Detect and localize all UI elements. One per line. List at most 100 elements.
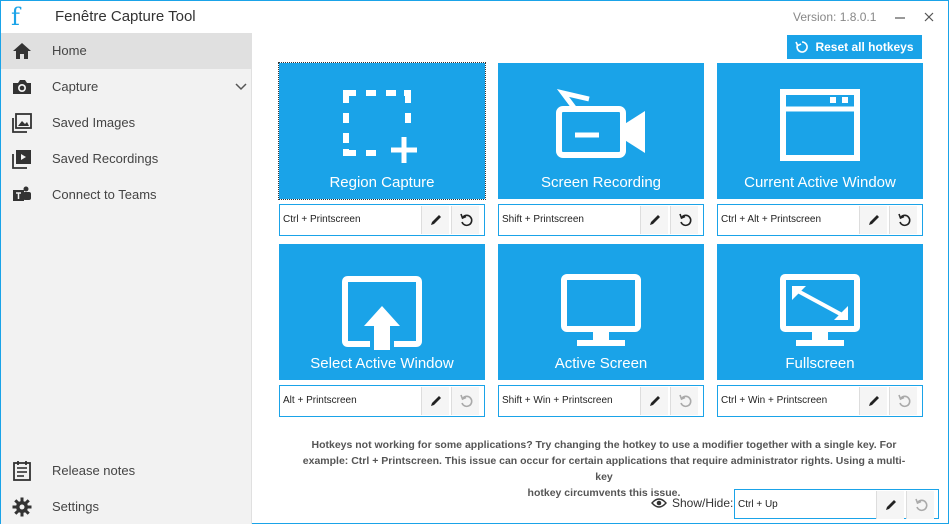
sidebar: Home Capture Saved Images Saved Recordin… xyxy=(1,33,252,524)
hotkey-field-show-hide[interactable]: Ctrl + Up xyxy=(734,489,939,519)
window-icon xyxy=(780,89,860,161)
sidebar-item-label: Settings xyxy=(52,499,99,514)
minimize-icon xyxy=(895,17,905,19)
app-logo: f xyxy=(11,3,20,31)
sidebar-item-saved-recordings[interactable]: Saved Recordings xyxy=(1,141,251,177)
sidebar-item-release-notes[interactable]: Release notes xyxy=(1,453,251,489)
window-title: Fenêtre Capture Tool xyxy=(55,8,196,25)
eye-icon xyxy=(651,498,667,508)
fullscreen-monitor-icon xyxy=(780,274,860,346)
images-icon xyxy=(12,113,32,133)
tile-label: Select Active Window xyxy=(310,355,454,372)
close-button[interactable] xyxy=(917,5,941,29)
pencil-icon xyxy=(650,215,660,225)
sidebar-item-capture[interactable]: Capture xyxy=(1,69,251,105)
reset-hotkey-button[interactable] xyxy=(670,206,698,234)
reset-all-hotkeys-button[interactable]: Reset all hotkeys xyxy=(787,35,922,59)
monitor-icon xyxy=(561,274,641,346)
sidebar-item-label: Saved Images xyxy=(52,115,136,130)
tile-screen-recording[interactable]: Screen Recording xyxy=(498,63,704,199)
sidebar-item-settings[interactable]: Settings xyxy=(1,489,251,524)
tile-label: Region Capture xyxy=(329,174,435,191)
home-icon xyxy=(13,43,31,59)
sidebar-item-label: Connect to Teams xyxy=(52,187,157,202)
pencil-icon xyxy=(886,500,896,510)
sidebar-item-label: Release notes xyxy=(52,463,136,478)
tile-region-capture[interactable]: Region Capture xyxy=(278,62,486,200)
tile-label: Current Active Window xyxy=(744,174,896,191)
undo-icon xyxy=(898,394,911,408)
minimize-button[interactable] xyxy=(888,5,912,29)
sidebar-item-label: Capture xyxy=(52,79,99,94)
tile-label: Fullscreen xyxy=(785,355,855,372)
close-icon xyxy=(924,12,934,22)
reset-hotkey-button[interactable] xyxy=(670,387,698,415)
tile-select-active-window[interactable]: Select Active Window xyxy=(279,244,485,380)
chevron-down-icon[interactable] xyxy=(234,80,248,94)
hotkey-field-select-active-window[interactable]: Alt + Printscreen xyxy=(279,385,485,417)
pencil-icon xyxy=(650,396,660,406)
pencil-icon xyxy=(869,215,879,225)
edit-hotkey-button[interactable] xyxy=(859,206,887,234)
tile-current-active-window[interactable]: Current Active Window xyxy=(717,63,923,199)
pencil-icon xyxy=(869,396,879,406)
edit-hotkey-button[interactable] xyxy=(640,206,668,234)
tile-fullscreen[interactable]: Fullscreen xyxy=(717,244,923,380)
sidebar-item-label: Saved Recordings xyxy=(52,151,159,166)
sidebar-item-label: Home xyxy=(52,43,87,58)
camera-icon xyxy=(13,80,31,94)
notes-icon xyxy=(13,461,31,481)
hotkey-value: Ctrl + Win + Printscreen xyxy=(721,395,828,406)
undo-icon xyxy=(915,498,928,512)
region-select-icon xyxy=(343,90,417,163)
undo-icon xyxy=(679,213,692,227)
select-window-icon xyxy=(342,276,422,350)
recordings-icon xyxy=(12,150,31,169)
hotkey-value: Ctrl + Up xyxy=(738,499,778,510)
undo-icon xyxy=(460,394,473,408)
edit-hotkey-button[interactable] xyxy=(859,387,887,415)
hotkey-field-current-active-window[interactable]: Ctrl + Alt + Printscreen xyxy=(717,204,923,236)
edit-hotkey-button[interactable] xyxy=(421,387,449,415)
notice-line: Hotkeys not working for some application… xyxy=(311,439,897,451)
tile-active-screen[interactable]: Active Screen xyxy=(498,244,704,380)
hotkey-field-fullscreen[interactable]: Ctrl + Win + Printscreen xyxy=(717,385,923,417)
reset-all-hotkeys-label: Reset all hotkeys xyxy=(815,40,914,54)
hotkey-value: Shift + Printscreen xyxy=(502,214,584,225)
tile-label: Screen Recording xyxy=(540,174,662,191)
show-hide-text: Show/Hide: xyxy=(672,496,734,510)
edit-hotkey-button[interactable] xyxy=(421,206,449,234)
hotkey-value: Alt + Printscreen xyxy=(283,395,357,406)
sidebar-item-saved-images[interactable]: Saved Images xyxy=(1,105,251,141)
video-camera-icon xyxy=(556,89,645,158)
hotkey-field-active-screen[interactable]: Shift + Win + Printscreen xyxy=(498,385,704,417)
pencil-icon xyxy=(431,215,441,225)
reset-hotkey-button[interactable] xyxy=(451,387,479,415)
hotkey-value: Ctrl + Alt + Printscreen xyxy=(721,214,822,225)
hotkey-value: Ctrl + Printscreen xyxy=(283,214,361,225)
hotkey-value: Shift + Win + Printscreen xyxy=(502,395,613,406)
hotkey-field-region-capture[interactable]: Ctrl + Printscreen xyxy=(279,204,485,236)
edit-hotkey-button[interactable] xyxy=(876,491,904,519)
version-label: Version: 1.8.0.1 xyxy=(793,10,877,24)
undo-icon xyxy=(898,213,911,227)
show-hide-label: Show/Hide: xyxy=(651,496,733,510)
app-window: f Fenêtre Capture Tool Version: 1.8.0.1 … xyxy=(0,0,949,524)
reset-icon xyxy=(795,41,809,53)
reset-hotkey-button[interactable] xyxy=(451,206,479,234)
edit-hotkey-button[interactable] xyxy=(640,387,668,415)
sidebar-item-connect-teams[interactable]: Connect to Teams xyxy=(1,177,251,213)
sidebar-item-home[interactable]: Home xyxy=(1,33,251,69)
title-bar: f Fenêtre Capture Tool Version: 1.8.0.1 xyxy=(1,1,948,33)
undo-icon xyxy=(679,394,692,408)
notice-line: example: Ctrl + Printscreen. This issue … xyxy=(302,455,906,483)
pencil-icon xyxy=(431,396,441,406)
tile-label: Active Screen xyxy=(554,355,648,372)
reset-hotkey-button[interactable] xyxy=(889,206,917,234)
hotkey-field-screen-recording[interactable]: Shift + Printscreen xyxy=(498,204,704,236)
teams-icon xyxy=(13,186,31,201)
gear-icon xyxy=(12,497,32,517)
reset-hotkey-button[interactable] xyxy=(889,387,917,415)
reset-hotkey-button[interactable] xyxy=(906,491,934,519)
undo-icon xyxy=(460,213,473,227)
